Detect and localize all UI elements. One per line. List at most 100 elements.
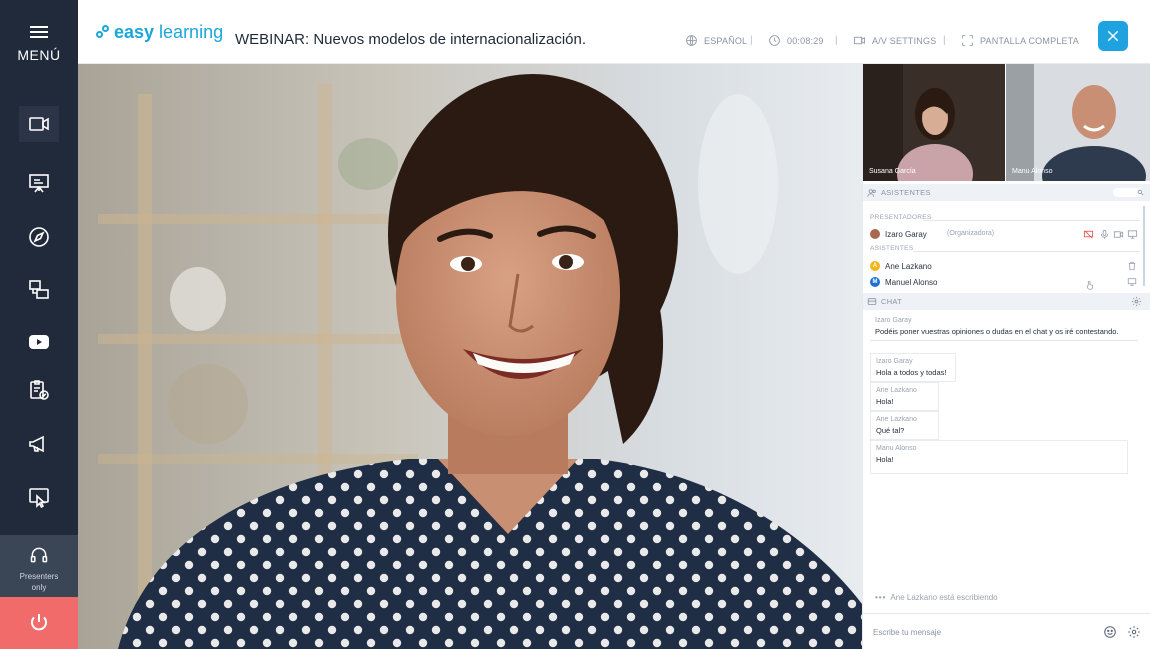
microphone-icon[interactable]	[1099, 229, 1110, 240]
sidebar-item-surveys[interactable]	[19, 372, 59, 408]
camera-settings-icon	[854, 36, 865, 45]
chat-header[interactable]: CHAT	[863, 293, 1150, 310]
chat-composer	[863, 613, 1150, 649]
avatar: M	[870, 277, 880, 287]
leave-session-button[interactable]	[0, 597, 78, 649]
top-header: easy learning WEBINAR: Nuevos modelos de…	[78, 0, 1150, 64]
participant-thumbnail[interactable]: Manu Alonso	[1006, 64, 1150, 181]
timer-value: 00:08:29	[787, 35, 824, 46]
sidebar-item-remote-control[interactable]	[19, 480, 59, 516]
attendees-title: ASISTENTES	[881, 188, 931, 197]
screen-share-off-icon[interactable]	[1083, 229, 1094, 240]
trash-icon[interactable]	[1127, 261, 1137, 271]
message-text: Hola!	[876, 397, 894, 406]
chat-message-input[interactable]	[873, 624, 1093, 640]
clipboard-check-icon	[30, 380, 49, 400]
monitor-icon[interactable]	[1127, 277, 1137, 287]
monitor-icon[interactable]	[1127, 229, 1138, 240]
av-settings-button[interactable]: A/V SETTINGS	[853, 34, 936, 47]
attendees-header[interactable]: ASISTENTES	[863, 184, 1150, 201]
people-icon	[867, 188, 876, 197]
typing-dots-icon: •••	[875, 593, 887, 602]
page-title: WEBINAR: Nuevos modelos de internacional…	[235, 31, 586, 48]
only-label: only	[31, 583, 47, 592]
chat-message: Ane Lazkano Qué tal?	[870, 411, 939, 440]
message-author: Ane Lazkano	[876, 387, 917, 394]
menu-label: MENÚ	[17, 47, 61, 63]
pinned-message: Izaro Garay Podéis poner vuestras opinio…	[870, 313, 1138, 341]
language-selector[interactable]: ESPAÑOL	[685, 34, 747, 47]
youtube-icon	[29, 335, 49, 349]
presenter-name: Izaro Garay	[885, 229, 927, 239]
sidebar-item-screenshare[interactable]	[19, 272, 59, 308]
camera-icon[interactable]	[1113, 229, 1124, 240]
header-separator: |	[943, 35, 946, 46]
header-separator: |	[750, 35, 753, 46]
participant-thumbnail[interactable]: Susana García	[863, 64, 1005, 181]
webinar-app: MENÚ Presenters only easy learning WEBIN…	[0, 0, 1150, 649]
main-video-feed	[78, 64, 862, 649]
sidebar-item-youtube[interactable]	[19, 324, 59, 360]
message-text: Qué tal?	[876, 426, 905, 435]
sidebar-item-presentation[interactable]	[19, 165, 59, 201]
sidebar-item-whiteboard[interactable]	[19, 219, 59, 255]
av-settings-label: A/V SETTINGS	[872, 35, 937, 46]
pointer-hand-icon	[1087, 280, 1093, 290]
megaphone-icon	[29, 435, 44, 453]
attendees-scrollbar[interactable]	[1143, 206, 1145, 286]
power-icon	[31, 614, 47, 631]
close-button[interactable]	[1098, 21, 1128, 51]
message-text: Hola a todos y todas!	[876, 368, 947, 377]
avatar	[870, 229, 880, 239]
screens-share-icon	[29, 280, 49, 299]
right-panel: Susana García Manu Alonso ASISTENTES PRE…	[862, 64, 1150, 649]
chat-message: Izaro Garay Hola a todos y todas!	[870, 353, 956, 382]
attendee-row[interactable]: M Manuel Alonso	[870, 277, 937, 287]
sidebar: MENÚ Presenters only	[0, 0, 78, 649]
participant-video-image	[863, 64, 1005, 181]
chat-message: Ane Lazkano Hola!	[870, 382, 939, 411]
chat-icon	[867, 297, 877, 305]
chat-title: CHAT	[881, 297, 903, 306]
chat-message: Manu Alonso Hola!	[870, 440, 1128, 474]
sidebar-item-video[interactable]	[19, 106, 59, 142]
attendee-search-field[interactable]	[1113, 188, 1144, 197]
emoji-icon[interactable]	[1103, 625, 1117, 639]
presenter-row[interactable]: Izaro Garay	[870, 229, 927, 239]
logo-text-learning: learning	[159, 22, 224, 42]
presenter-role: (Organizadora)	[947, 230, 995, 237]
divider	[913, 251, 1140, 252]
presenters-only-button[interactable]: Presenters only	[0, 535, 78, 597]
fullscreen-label: PANTALLA COMPLETA	[980, 35, 1079, 46]
participant-name: Susana García	[869, 168, 916, 175]
typing-indicator: ••• Ane Lazkano está escribiendo	[875, 593, 998, 602]
headset-icon	[30, 547, 48, 563]
message-author: Ane Lazkano	[876, 416, 917, 423]
fullscreen-button[interactable]: PANTALLA COMPLETA	[961, 34, 1079, 47]
presenters-label: Presenters	[19, 572, 59, 581]
attendee-row[interactable]: A Ane Lazkano	[870, 261, 932, 271]
message-author: Izaro Garay	[876, 358, 913, 365]
header-separator: |	[835, 35, 838, 46]
language-label: ESPAÑOL	[704, 35, 748, 46]
attendee-name: Ane Lazkano	[885, 261, 932, 271]
session-timer: 00:08:29	[768, 34, 824, 47]
avatar: A	[870, 261, 880, 271]
cursor-screen-icon	[29, 488, 49, 509]
speaker-video-image	[78, 64, 862, 649]
message-author: Manu Alonso	[876, 445, 917, 452]
clock-icon	[769, 35, 780, 46]
fullscreen-icon	[962, 35, 973, 46]
hamburger-icon	[30, 26, 48, 41]
chat-settings-gear-icon[interactable]	[1127, 625, 1141, 639]
globe-icon	[686, 35, 697, 46]
divider	[923, 220, 1140, 221]
attendees-section-label: ASISTENTES	[870, 245, 914, 252]
gear-icon[interactable]	[1131, 296, 1142, 307]
message-author: Izaro Garay	[875, 317, 912, 324]
menu-button[interactable]: MENÚ	[0, 0, 78, 80]
sidebar-item-announcements[interactable]	[19, 426, 59, 462]
attendee-name: Manuel Alonso	[885, 277, 938, 287]
presentation-board-icon	[29, 174, 49, 193]
participant-video-image	[1006, 64, 1150, 181]
